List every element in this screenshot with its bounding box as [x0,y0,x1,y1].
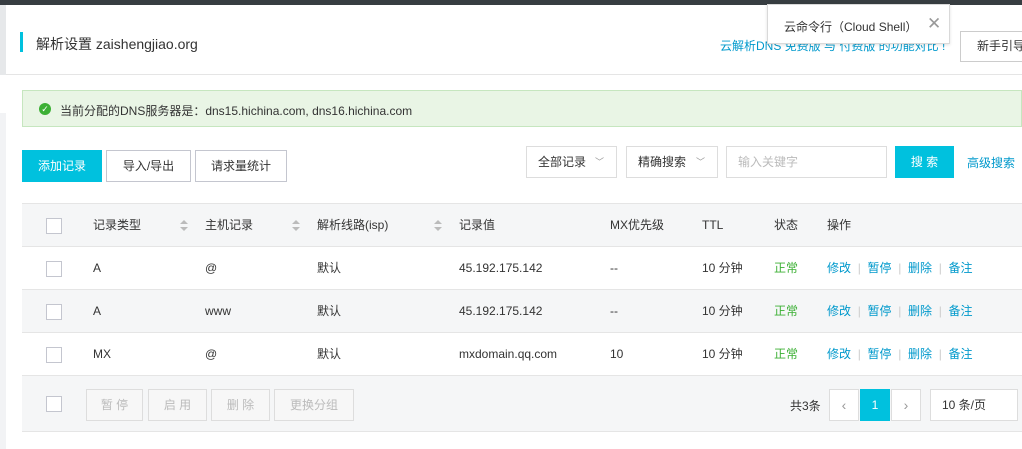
bulk-enable-button[interactable]: 启 用 [148,389,207,421]
row-checkbox[interactable] [46,304,62,320]
title-accent-bar [20,32,23,52]
advanced-search-link[interactable]: 高级搜索 [967,154,1015,171]
col-host: 主机记录 [205,218,254,232]
col-line: 解析线路(isp) [317,218,389,232]
table-header: 记录类型 主机记录 解析线路(isp) 记录值 MX优先级 TTL 状态 操作 [22,204,1022,247]
pause-link[interactable]: 暂停 [868,261,892,275]
table-footer: 暂 停 启 用 删 除 更换分组 共3条 ‹ 1 › 10 条/页 [22,376,1022,432]
host-record: @ [205,347,218,361]
left-rail-lower [0,113,6,449]
host-record: @ [205,261,218,275]
search-input[interactable]: 输入关键字 [726,146,887,178]
record-value: 45.192.175.142 [459,304,543,318]
mx-priority: 10 [610,347,624,361]
table-row: A www 默认 45.192.175.142 -- 10 分钟 正常 修改 |… [22,290,1022,333]
status-badge: 正常 [774,304,799,318]
page-1-button[interactable]: 1 [860,389,890,421]
page-title: 解析设置 zaishengjiao.org [36,36,198,52]
row-actions: 修改 | 暂停 | 删除 | 备注 [827,247,973,289]
close-icon[interactable]: ✕ [927,14,941,34]
edit-link[interactable]: 修改 [827,304,851,318]
row-checkbox[interactable] [46,347,62,363]
record-value: 45.192.175.142 [459,261,543,275]
resolve-line: 默认 [317,261,342,275]
resolve-line: 默认 [317,347,342,361]
sort-icon[interactable] [434,220,442,232]
status-badge: 正常 [774,261,799,275]
record-type: A [93,261,102,275]
chevron-down-icon: ﹀ [594,157,604,167]
row-actions: 修改 | 暂停 | 删除 | 备注 [827,333,973,375]
resolve-line: 默认 [317,304,342,318]
record-filter-value: 全部记录 [538,155,587,169]
edit-link[interactable]: 修改 [827,347,851,361]
pause-link[interactable]: 暂停 [868,347,892,361]
separator: | [854,347,865,361]
col-actions: 操作 [827,218,852,232]
delete-link[interactable]: 删除 [908,347,932,361]
check-circle-icon: ✓ [39,103,51,115]
bulk-delete-button[interactable]: 删 除 [211,389,270,421]
record-filter-select[interactable]: 全部记录 ﹀ [526,146,617,178]
row-checkbox[interactable] [46,261,62,277]
mx-priority: -- [610,304,618,318]
separator: | [935,261,946,275]
guide-button[interactable]: 新手引导 [960,31,1022,62]
search-button[interactable]: 搜 索 [895,146,954,178]
table-row: MX @ 默认 mxdomain.qq.com 10 10 分钟 正常 修改 |… [22,333,1022,376]
col-status: 状态 [774,218,799,232]
footer-select-all-checkbox[interactable] [46,396,62,412]
note-link[interactable]: 备注 [949,261,973,275]
delete-link[interactable]: 删除 [908,304,932,318]
select-all-checkbox[interactable] [46,218,62,234]
add-record-button[interactable]: 添加记录 [22,150,102,182]
request-stats-button[interactable]: 请求量统计 [195,150,287,182]
chevron-down-icon: ﹀ [695,157,705,167]
sort-icon[interactable] [180,220,188,232]
next-page-button[interactable]: › [891,389,921,421]
separator: | [935,304,946,318]
mx-priority: -- [610,261,618,275]
row-actions: 修改 | 暂停 | 删除 | 备注 [827,290,973,332]
sort-icon[interactable] [292,220,300,232]
total-count: 共3条 [790,399,821,413]
separator: | [935,347,946,361]
status-badge: 正常 [774,347,799,361]
page-size-select[interactable]: 10 条/页 [930,389,1018,421]
ttl: 10 分钟 [702,304,743,318]
separator: | [854,304,865,318]
separator: | [854,261,865,275]
record-type: A [93,304,102,318]
cloud-shell-label[interactable]: 云命令行（Cloud Shell） [784,18,917,35]
dns-server-notice: ✓ 当前分配的DNS服务器是：dns15.hichina.com, dns16.… [22,90,1022,127]
separator: | [894,347,905,361]
dns-records-table: 记录类型 主机记录 解析线路(isp) 记录值 MX优先级 TTL 状态 操作 … [22,203,1022,432]
col-ttl: TTL [702,218,724,232]
separator: | [894,261,905,275]
note-link[interactable]: 备注 [949,347,973,361]
change-group-button[interactable]: 更换分组 [274,389,354,421]
bulk-pause-button[interactable]: 暂 停 [86,389,143,421]
prev-page-button[interactable]: ‹ [829,389,859,421]
record-type: MX [93,347,111,361]
table-row: A @ 默认 45.192.175.142 -- 10 分钟 正常 修改 | 暂… [22,247,1022,290]
ttl: 10 分钟 [702,261,743,275]
search-mode-select[interactable]: 精确搜索 ﹀ [626,146,718,178]
cloud-shell-tooltip: 云命令行（Cloud Shell） ✕ [767,4,950,44]
host-record: www [205,304,231,318]
import-export-button[interactable]: 导入/导出 [106,150,191,182]
col-value: 记录值 [459,218,496,232]
note-link[interactable]: 备注 [949,304,973,318]
col-record-type: 记录类型 [93,218,142,232]
edit-link[interactable]: 修改 [827,261,851,275]
pause-link[interactable]: 暂停 [868,304,892,318]
delete-link[interactable]: 删除 [908,261,932,275]
record-value: mxdomain.qq.com [459,347,558,361]
search-mode-value: 精确搜索 [638,155,687,169]
ttl: 10 分钟 [702,347,743,361]
notice-text: 当前分配的DNS服务器是：dns15.hichina.com, dns16.hi… [60,104,413,118]
separator: | [894,304,905,318]
col-mx: MX优先级 [610,218,665,232]
